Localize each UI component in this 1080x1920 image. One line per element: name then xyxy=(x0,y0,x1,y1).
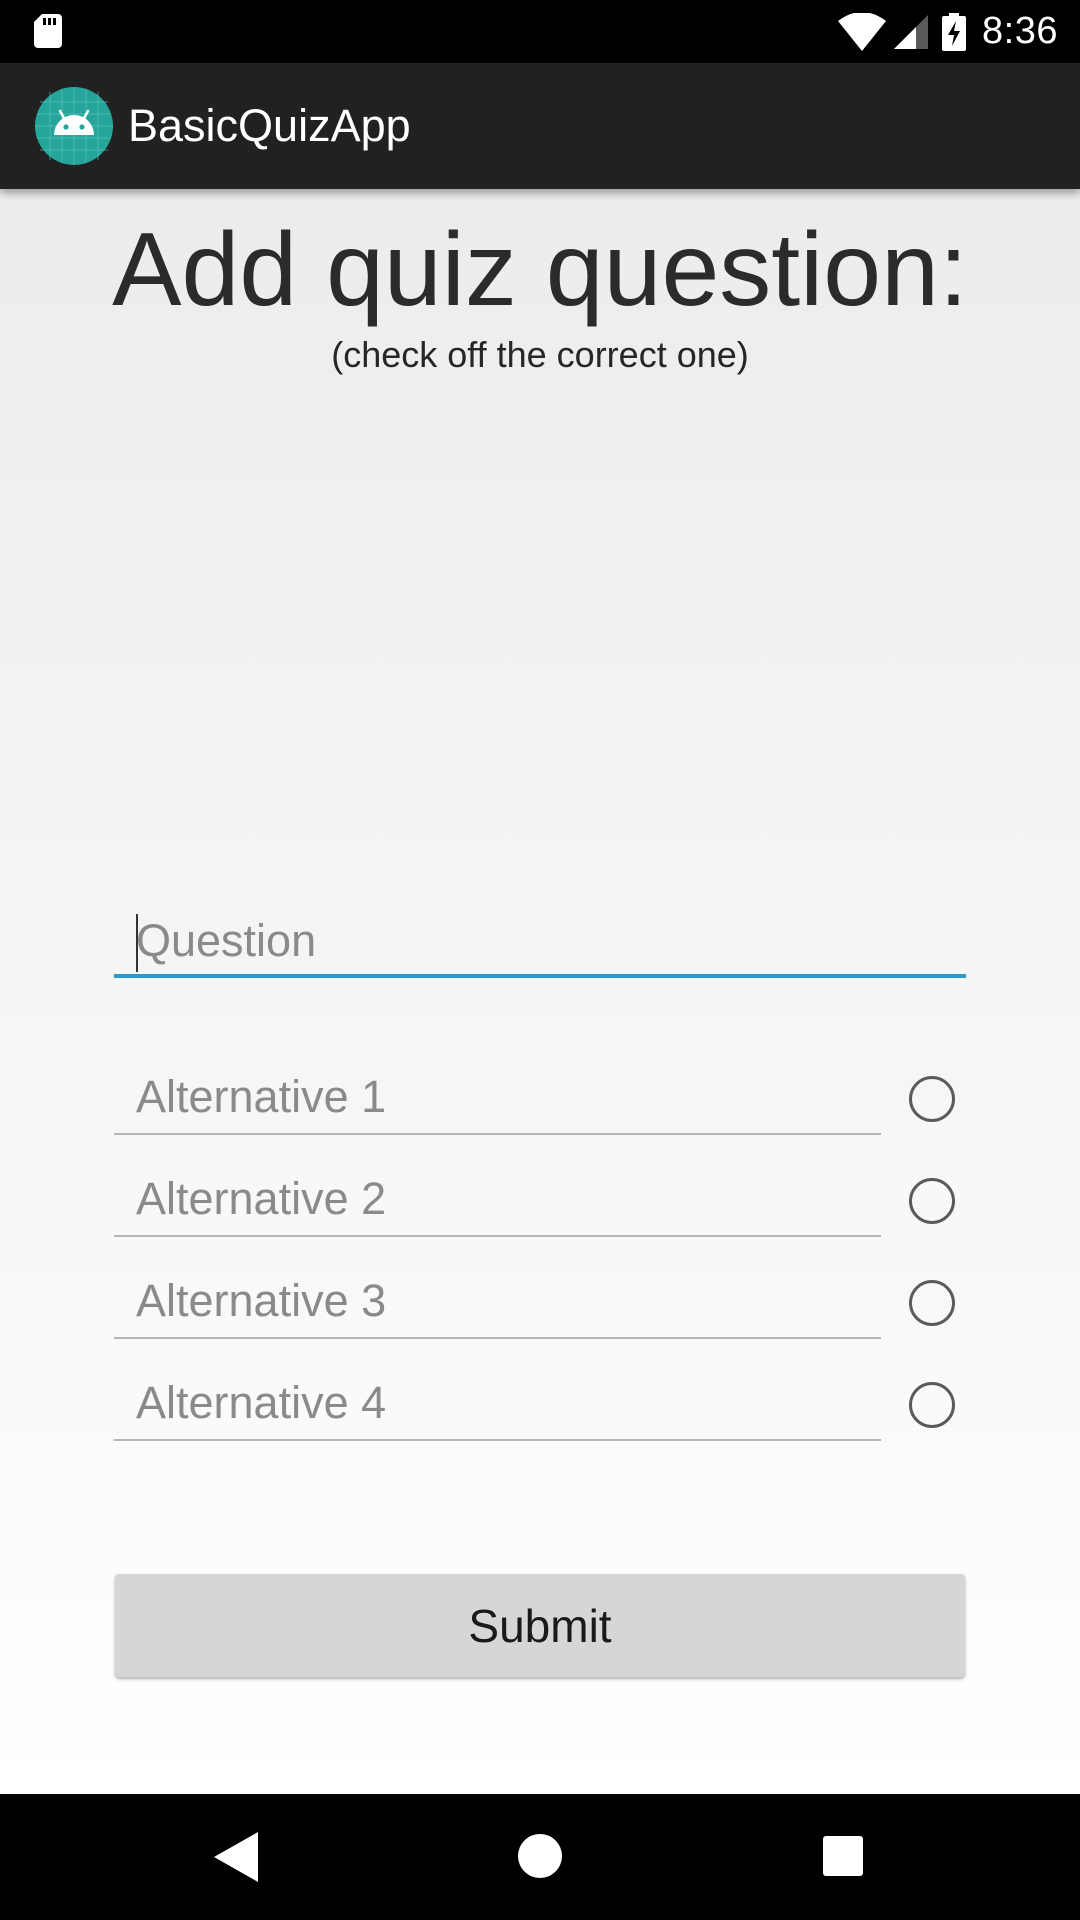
alternative-row-3 xyxy=(114,1259,966,1339)
alternative-row-2 xyxy=(114,1157,966,1237)
home-icon[interactable] xyxy=(518,1834,562,1878)
page-title: Add quiz question: xyxy=(112,212,968,328)
alternative-row-1 xyxy=(114,1055,966,1135)
alternative-3-input[interactable] xyxy=(114,1259,881,1339)
question-input[interactable] xyxy=(114,898,966,978)
status-time: 8:36 xyxy=(982,10,1058,52)
recents-icon[interactable] xyxy=(823,1836,863,1876)
status-bar: 8:36 xyxy=(0,0,1080,63)
alternative-2-input[interactable] xyxy=(114,1157,881,1237)
alternative-2-radio[interactable] xyxy=(909,1178,955,1224)
sd-card-icon xyxy=(34,14,62,48)
alternative-1-radio[interactable] xyxy=(909,1076,955,1122)
text-cursor xyxy=(136,914,138,972)
add-question-form: Add quiz question: (check off the correc… xyxy=(0,189,1080,1794)
alternative-1-input[interactable] xyxy=(114,1055,881,1135)
page-subtitle: (check off the correct one) xyxy=(331,334,749,375)
question-field xyxy=(114,898,966,978)
status-icons: 8:36 xyxy=(838,0,1058,63)
wifi-icon xyxy=(838,12,887,51)
alternative-3-radio[interactable] xyxy=(909,1280,955,1326)
cell-signal-icon xyxy=(894,14,929,49)
navigation-bar xyxy=(0,1794,1080,1920)
app-title: BasicQuizApp xyxy=(128,100,411,151)
alternative-row-4 xyxy=(114,1361,966,1441)
screen: 8:36 BasicQuizApp Add quiz question: (ch… xyxy=(0,0,1080,1920)
alternative-4-radio[interactable] xyxy=(909,1382,955,1428)
app-bar: BasicQuizApp xyxy=(0,63,1080,189)
android-app-icon xyxy=(35,87,113,165)
submit-button[interactable]: Submit xyxy=(115,1574,965,1677)
battery-charging-icon xyxy=(942,12,967,51)
alternative-4-input[interactable] xyxy=(114,1361,881,1441)
back-icon[interactable] xyxy=(214,1832,258,1882)
